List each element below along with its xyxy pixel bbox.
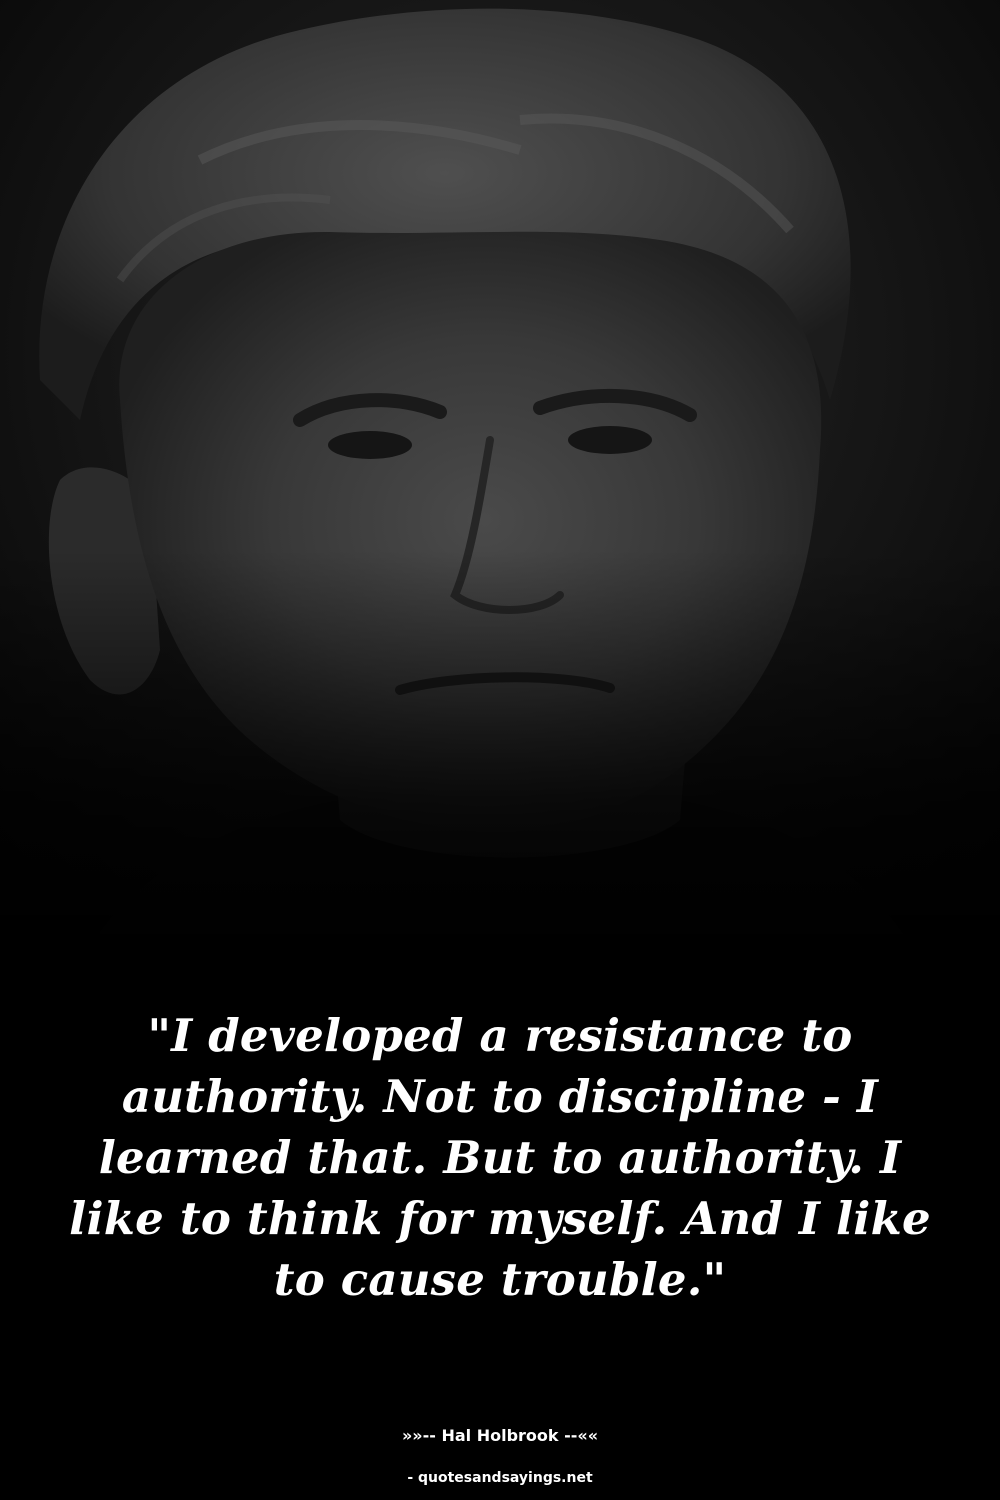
quote-poster: "I developed a resistance to authority. … (0, 0, 1000, 1500)
author-attribution: »»-- Hal Holbrook --«« (401, 1426, 599, 1445)
source-credit: - quotesandsayings.net (407, 1470, 593, 1486)
portrait-fade-overlay (0, 0, 1000, 1000)
quote-text: "I developed a resistance to authority. … (69, 1009, 931, 1306)
